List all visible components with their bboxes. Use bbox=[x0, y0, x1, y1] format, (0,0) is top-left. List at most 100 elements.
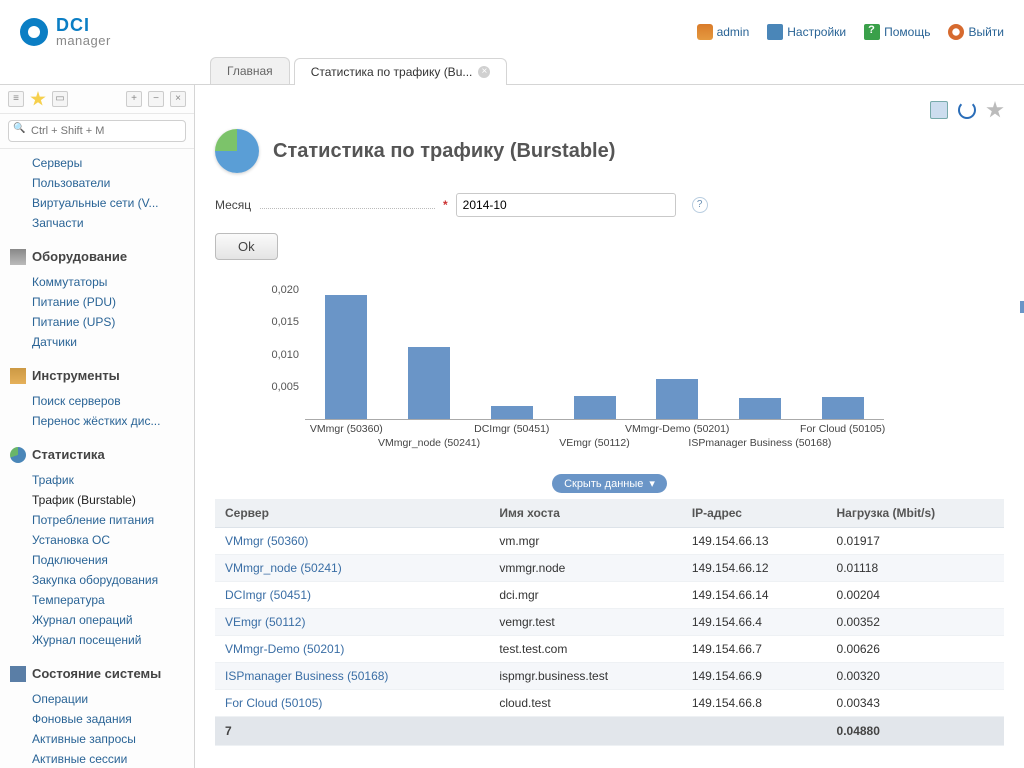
server-cell[interactable]: ISPmanager Business (50168) bbox=[215, 663, 489, 690]
chart-bar[interactable] bbox=[325, 295, 367, 419]
load-cell: 0.01118 bbox=[827, 555, 1004, 582]
sidebar: ≡ ▭ + − × СерверыПользователиВиртуальные… bbox=[0, 85, 195, 768]
collapse-icon[interactable]: − bbox=[148, 91, 164, 107]
favorite-icon[interactable] bbox=[986, 101, 1004, 119]
exit-icon bbox=[948, 24, 964, 40]
sidebar-item[interactable]: Активные сессии bbox=[0, 749, 194, 768]
sidebar-head-hardware[interactable]: Оборудование bbox=[0, 241, 194, 268]
sidebar-head-tools[interactable]: Инструменты bbox=[0, 360, 194, 387]
table-row[interactable]: VEmgr (50112)vemgr.test149.154.66.40.003… bbox=[215, 609, 1004, 636]
host-cell: vmmgr.node bbox=[489, 555, 682, 582]
sidebar-item[interactable]: Датчики bbox=[0, 332, 194, 352]
tools-icon bbox=[10, 368, 26, 384]
chart-bar[interactable] bbox=[491, 406, 533, 419]
host-cell: test.test.com bbox=[489, 636, 682, 663]
page-title-row: Статистика по трафику (Burstable) bbox=[215, 129, 1004, 173]
sidebar-item[interactable]: Фоновые задания bbox=[0, 709, 194, 729]
sidebar-item[interactable]: Трафик (Burstable) bbox=[0, 490, 194, 510]
print-icon[interactable] bbox=[930, 101, 948, 119]
chart-bar[interactable] bbox=[739, 398, 781, 419]
sidebar-item[interactable]: Температура bbox=[0, 590, 194, 610]
expand-icon[interactable]: + bbox=[126, 91, 142, 107]
chart-legend: Нагрузка (Mbit/s) bbox=[1020, 300, 1024, 324]
chart-xlabel: VMmgr (50360) bbox=[310, 423, 383, 435]
table-row[interactable]: VMmgr_node (50241)vmmgr.node149.154.66.1… bbox=[215, 555, 1004, 582]
ok-button[interactable]: Ok bbox=[215, 233, 278, 260]
server-cell[interactable]: For Cloud (50105) bbox=[215, 690, 489, 717]
sidebar-item[interactable]: Питание (PDU) bbox=[0, 292, 194, 312]
help-link[interactable]: Помощь bbox=[864, 24, 930, 40]
sidebar-item[interactable]: Виртуальные сети (V... bbox=[0, 193, 194, 213]
table-row[interactable]: DCImgr (50451)dci.mgr149.154.66.140.0020… bbox=[215, 582, 1004, 609]
exit-link[interactable]: Выйти bbox=[948, 24, 1004, 40]
sidebar-item[interactable]: Серверы bbox=[0, 153, 194, 173]
server-cell[interactable]: VMmgr (50360) bbox=[215, 528, 489, 555]
clipboard-icon[interactable]: ▭ bbox=[52, 91, 68, 107]
system-icon bbox=[10, 666, 26, 682]
table-header[interactable]: IP-адрес bbox=[682, 499, 827, 528]
chart-bar[interactable] bbox=[574, 396, 616, 419]
reload-icon[interactable] bbox=[958, 101, 976, 119]
ip-cell: 149.154.66.13 bbox=[682, 528, 827, 555]
sidebar-item[interactable]: Перенос жёстких дис... bbox=[0, 411, 194, 431]
sidebar-item[interactable]: Пользователи bbox=[0, 173, 194, 193]
search-input[interactable] bbox=[8, 120, 186, 142]
host-cell: vemgr.test bbox=[489, 609, 682, 636]
sidebar-item[interactable]: Журнал посещений bbox=[0, 630, 194, 650]
settings-link[interactable]: Настройки bbox=[767, 24, 846, 40]
table-row[interactable]: For Cloud (50105)cloud.test149.154.66.80… bbox=[215, 690, 1004, 717]
chart-bar[interactable] bbox=[656, 379, 698, 419]
chart-ytick: 0,015 bbox=[255, 316, 299, 328]
tab-traffic-stats[interactable]: Статистика по трафику (Bu... × bbox=[294, 58, 508, 85]
table-header[interactable]: Нагрузка (Mbit/s) bbox=[827, 499, 1004, 528]
help-button[interactable]: ? bbox=[692, 197, 708, 213]
user-link[interactable]: admin bbox=[697, 24, 750, 40]
sidebar-item[interactable]: Трафик bbox=[0, 470, 194, 490]
sidebar-item[interactable]: Активные запросы bbox=[0, 729, 194, 749]
chart-ytick: 0,020 bbox=[255, 284, 299, 296]
star-icon[interactable] bbox=[30, 91, 46, 107]
legend-swatch bbox=[1020, 301, 1024, 313]
sidebar-head-system[interactable]: Состояние системы bbox=[0, 658, 194, 685]
required-mark: * bbox=[443, 198, 448, 212]
table-row[interactable]: ISPmanager Business (50168)ispmgr.busine… bbox=[215, 663, 1004, 690]
chart-bar[interactable] bbox=[408, 347, 450, 419]
sidebar-item[interactable]: Поиск серверов bbox=[0, 391, 194, 411]
sidebar-item[interactable]: Операции bbox=[0, 689, 194, 709]
settings-label: Настройки bbox=[787, 25, 846, 39]
tab-main-label: Главная bbox=[227, 64, 273, 78]
close-panel-icon[interactable]: × bbox=[170, 91, 186, 107]
chart-xlabel: VMmgr-Demo (50201) bbox=[625, 423, 729, 435]
table-header[interactable]: Имя хоста bbox=[489, 499, 682, 528]
hide-data-button[interactable]: Скрыть данные bbox=[552, 474, 667, 493]
server-cell[interactable]: DCImgr (50451) bbox=[215, 582, 489, 609]
sidebar-item[interactable]: Подключения bbox=[0, 550, 194, 570]
page-title: Статистика по трафику (Burstable) bbox=[273, 140, 615, 163]
logo-icon bbox=[20, 18, 48, 46]
ip-cell: 149.154.66.14 bbox=[682, 582, 827, 609]
chart-xlabel: ISPmanager Business (50168) bbox=[688, 437, 831, 449]
sidebar-item[interactable]: Потребление питания bbox=[0, 510, 194, 530]
sidebar-item[interactable]: Запчасти bbox=[0, 213, 194, 233]
sidebar-item[interactable]: Журнал операций bbox=[0, 610, 194, 630]
logo: DCI manager bbox=[20, 16, 111, 47]
server-cell[interactable]: VMmgr-Demo (50201) bbox=[215, 636, 489, 663]
sidebar-item[interactable]: Питание (UPS) bbox=[0, 312, 194, 332]
list-icon[interactable]: ≡ bbox=[8, 91, 24, 107]
sidebar-item[interactable]: Коммутаторы bbox=[0, 272, 194, 292]
close-icon[interactable]: × bbox=[478, 66, 490, 78]
tab-main[interactable]: Главная bbox=[210, 57, 290, 84]
bar-chart: 0,0200,0150,0100,005VMmgr (50360)VMmgr_n… bbox=[225, 290, 994, 460]
sidebar-item[interactable]: Установка ОС bbox=[0, 530, 194, 550]
sidebar-head-stats[interactable]: Статистика bbox=[0, 439, 194, 466]
table-row[interactable]: VMmgr (50360)vm.mgr149.154.66.130.01917 bbox=[215, 528, 1004, 555]
server-cell[interactable]: VMmgr_node (50241) bbox=[215, 555, 489, 582]
chart-bar[interactable] bbox=[822, 397, 864, 419]
table-header[interactable]: Сервер bbox=[215, 499, 489, 528]
table-row[interactable]: VMmgr-Demo (50201)test.test.com149.154.6… bbox=[215, 636, 1004, 663]
sidebar-item[interactable]: Закупка оборудования bbox=[0, 570, 194, 590]
server-cell[interactable]: VEmgr (50112) bbox=[215, 609, 489, 636]
exit-label: Выйти bbox=[968, 25, 1004, 39]
hide-data-row: Скрыть данные bbox=[215, 474, 1004, 493]
month-input[interactable] bbox=[456, 193, 676, 217]
